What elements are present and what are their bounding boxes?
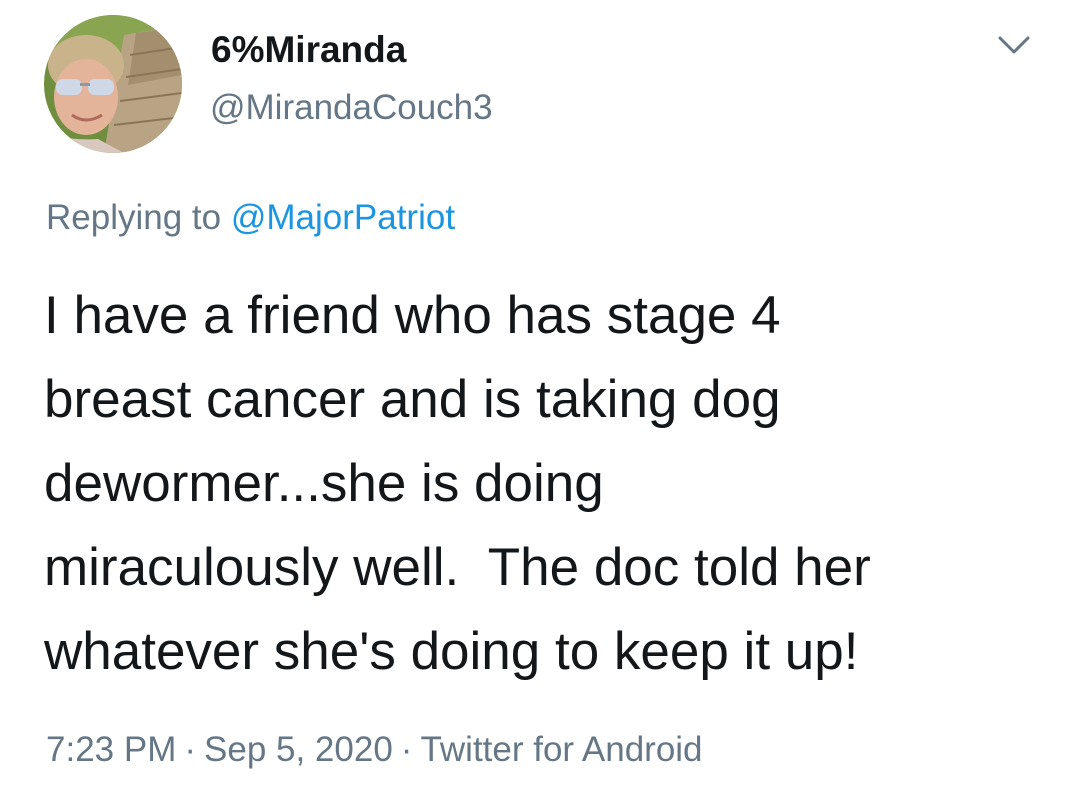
tweet-card: 6%Miranda @MirandaCouch3 Replying to @Ma… — [0, 0, 1080, 799]
tweet-time[interactable]: 7:23 PM — [46, 730, 176, 769]
replying-to: Replying to @MajorPatriot — [46, 198, 455, 238]
replying-to-label: Replying to — [46, 198, 222, 237]
tweet-text-line: miraculously well. The doc told her — [44, 538, 871, 597]
reply-mention-link[interactable]: @MajorPatriot — [231, 198, 455, 237]
tweet-text-line: breast cancer and is taking dog — [44, 370, 781, 429]
author-display-name[interactable]: 6%Miranda — [211, 29, 406, 71]
tweet-text-line: whatever she's doing to keep it up! — [44, 622, 859, 681]
meta-separator: · — [400, 730, 413, 769]
avatar[interactable] — [44, 15, 182, 153]
chevron-down-icon[interactable] — [996, 32, 1032, 58]
tweet-meta: 7:23 PM · Sep 5, 2020 · Twitter for Android — [46, 730, 703, 770]
tweet-text-line: dewormer...she is doing — [44, 454, 604, 513]
avatar-photo — [44, 15, 182, 153]
tweet-date[interactable]: Sep 5, 2020 — [204, 730, 393, 769]
tweet-text: I have a friend who has stage 4 breast c… — [44, 274, 1054, 694]
author-handle[interactable]: @MirandaCouch3 — [210, 88, 493, 128]
meta-separator: · — [184, 730, 197, 769]
tweet-text-line: I have a friend who has stage 4 — [44, 286, 781, 345]
tweet-source[interactable]: Twitter for Android — [420, 730, 702, 769]
